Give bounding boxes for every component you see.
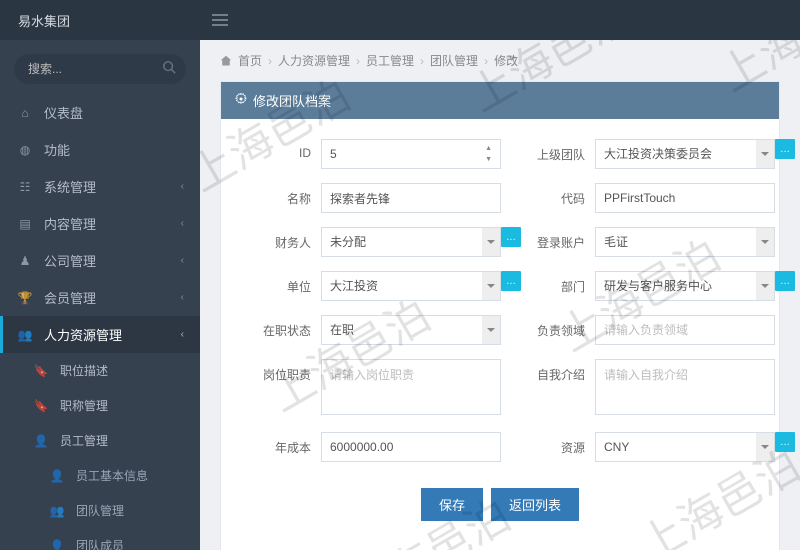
sidebar-item-company[interactable]: ♟公司管理‹ (0, 242, 200, 279)
trophy-icon: 🏆 (16, 291, 34, 305)
sidebar-sub2-members[interactable]: 👤团队成员 (0, 528, 200, 550)
users-icon: 👥 (48, 504, 66, 518)
status-select[interactable]: 在职 (321, 315, 501, 345)
sidebar-item-content[interactable]: ▤内容管理‹ (0, 205, 200, 242)
home-icon: ⌂ (16, 106, 34, 120)
building-icon: ♟ (16, 254, 34, 268)
duty-textarea[interactable] (321, 359, 501, 415)
crumb-emp[interactable]: 员工管理 (366, 52, 414, 69)
book-icon: ▤ (16, 217, 34, 231)
user-icon: 👤 (32, 434, 50, 448)
finance-lookup-button[interactable]: … (501, 227, 521, 247)
currency-label: 资源 (525, 432, 595, 456)
user-icon: 👤 (48, 469, 66, 483)
intro-label: 自我介绍 (525, 359, 595, 383)
sidebar-item-dashboard[interactable]: ⌂仪表盘 (0, 94, 200, 131)
domain-input[interactable] (595, 315, 775, 345)
sidebar-sub2-team[interactable]: 👥团队管理 (0, 493, 200, 528)
sliders-icon: ☷ (16, 180, 34, 194)
sidebar-sub-position[interactable]: 🔖职位描述 (0, 353, 200, 388)
dept-select[interactable]: 研发与客户服务中心 (595, 271, 775, 301)
back-button[interactable]: 返回列表 (491, 488, 579, 521)
currency-lookup-button[interactable]: … (775, 432, 795, 452)
spin-down-icon[interactable]: ▼ (481, 154, 496, 165)
brand: 易水集团 (0, 11, 200, 30)
code-input[interactable] (595, 183, 775, 213)
panel-title: 修改团队档案 (253, 91, 331, 110)
name-input[interactable] (321, 183, 501, 213)
topbar: 易水集团 (0, 0, 800, 40)
sidebar-sub2-basic[interactable]: 👤员工基本信息 (0, 458, 200, 493)
chevron-left-icon: ‹ (181, 292, 184, 303)
sidebar-sub-employee[interactable]: 👤员工管理 (0, 423, 200, 458)
cost-input[interactable] (321, 432, 501, 462)
intro-textarea[interactable] (595, 359, 775, 415)
crumb-edit: 修改 (494, 52, 518, 69)
dept-label: 部门 (525, 271, 595, 295)
name-label: 名称 (251, 183, 321, 207)
tag-icon: 🔖 (32, 399, 50, 413)
panel-head: 修改团队档案 (221, 82, 779, 119)
id-input[interactable]: 5▲▼ (321, 139, 501, 169)
dept-lookup-button[interactable]: … (775, 271, 795, 291)
id-label: ID (251, 139, 321, 160)
home-icon[interactable] (220, 55, 232, 67)
currency-select[interactable]: CNY (595, 432, 775, 462)
chevron-left-icon: ‹ (181, 218, 184, 229)
status-label: 在职状态 (251, 315, 321, 339)
login-select[interactable]: 毛证 (595, 227, 775, 257)
user-icon: 👤 (48, 539, 66, 550)
parent-select[interactable]: 大江投资决策委员会 (595, 139, 775, 169)
menu-toggle-button[interactable] (200, 0, 240, 40)
finance-label: 财务人 (251, 227, 321, 251)
save-button[interactable]: 保存 (421, 488, 483, 521)
main-content: 上海邑泊 上海邑泊 上海邑泊 上海邑泊 上海邑泊 上海邑泊 上海邑泊 首页› 人… (200, 40, 800, 550)
tag-icon: 🔖 (32, 364, 50, 378)
domain-label: 负责领域 (525, 315, 595, 339)
gear-icon (235, 93, 247, 108)
unit-lookup-button[interactable]: … (501, 271, 521, 291)
crumb-hr[interactable]: 人力资源管理 (278, 52, 350, 69)
parent-label: 上级团队 (525, 139, 595, 163)
chevron-left-icon: ‹ (181, 255, 184, 266)
breadcrumb: 首页› 人力资源管理› 员工管理› 团队管理› 修改 (200, 40, 800, 81)
crumb-team[interactable]: 团队管理 (430, 52, 478, 69)
duty-label: 岗位职责 (251, 359, 321, 383)
sidebar-menu: ⌂仪表盘 ◍功能 ☷系统管理‹ ▤内容管理‹ ♟公司管理‹ 🏆会员管理‹ 👥人力… (0, 94, 200, 550)
sidebar-sub-title[interactable]: 🔖职称管理 (0, 388, 200, 423)
users-icon: 👥 (16, 328, 34, 342)
form-panel: 修改团队档案 ID 5▲▼ 上级团队 大江投资决策委员会 … 名称 (220, 81, 780, 550)
parent-lookup-button[interactable]: … (775, 139, 795, 159)
globe-icon: ◍ (16, 143, 34, 157)
login-label: 登录账户 (525, 227, 595, 251)
sidebar-item-hr[interactable]: 👥人力资源管理‹ (0, 316, 200, 353)
chevron-left-icon: ‹ (181, 329, 184, 340)
crumb-home[interactable]: 首页 (238, 52, 262, 69)
sidebar-item-member[interactable]: 🏆会员管理‹ (0, 279, 200, 316)
unit-select[interactable]: 大江投资 (321, 271, 501, 301)
code-label: 代码 (525, 183, 595, 207)
unit-label: 单位 (251, 271, 321, 295)
finance-select[interactable]: 未分配 (321, 227, 501, 257)
cost-label: 年成本 (251, 432, 321, 456)
spin-up-icon[interactable]: ▲ (481, 143, 496, 154)
search-input[interactable] (14, 54, 186, 84)
sidebar-item-system[interactable]: ☷系统管理‹ (0, 168, 200, 205)
search-icon[interactable] (162, 60, 176, 77)
sidebar-item-function[interactable]: ◍功能 (0, 131, 200, 168)
sidebar: ⌂仪表盘 ◍功能 ☷系统管理‹ ▤内容管理‹ ♟公司管理‹ 🏆会员管理‹ 👥人力… (0, 40, 200, 550)
chevron-left-icon: ‹ (181, 181, 184, 192)
